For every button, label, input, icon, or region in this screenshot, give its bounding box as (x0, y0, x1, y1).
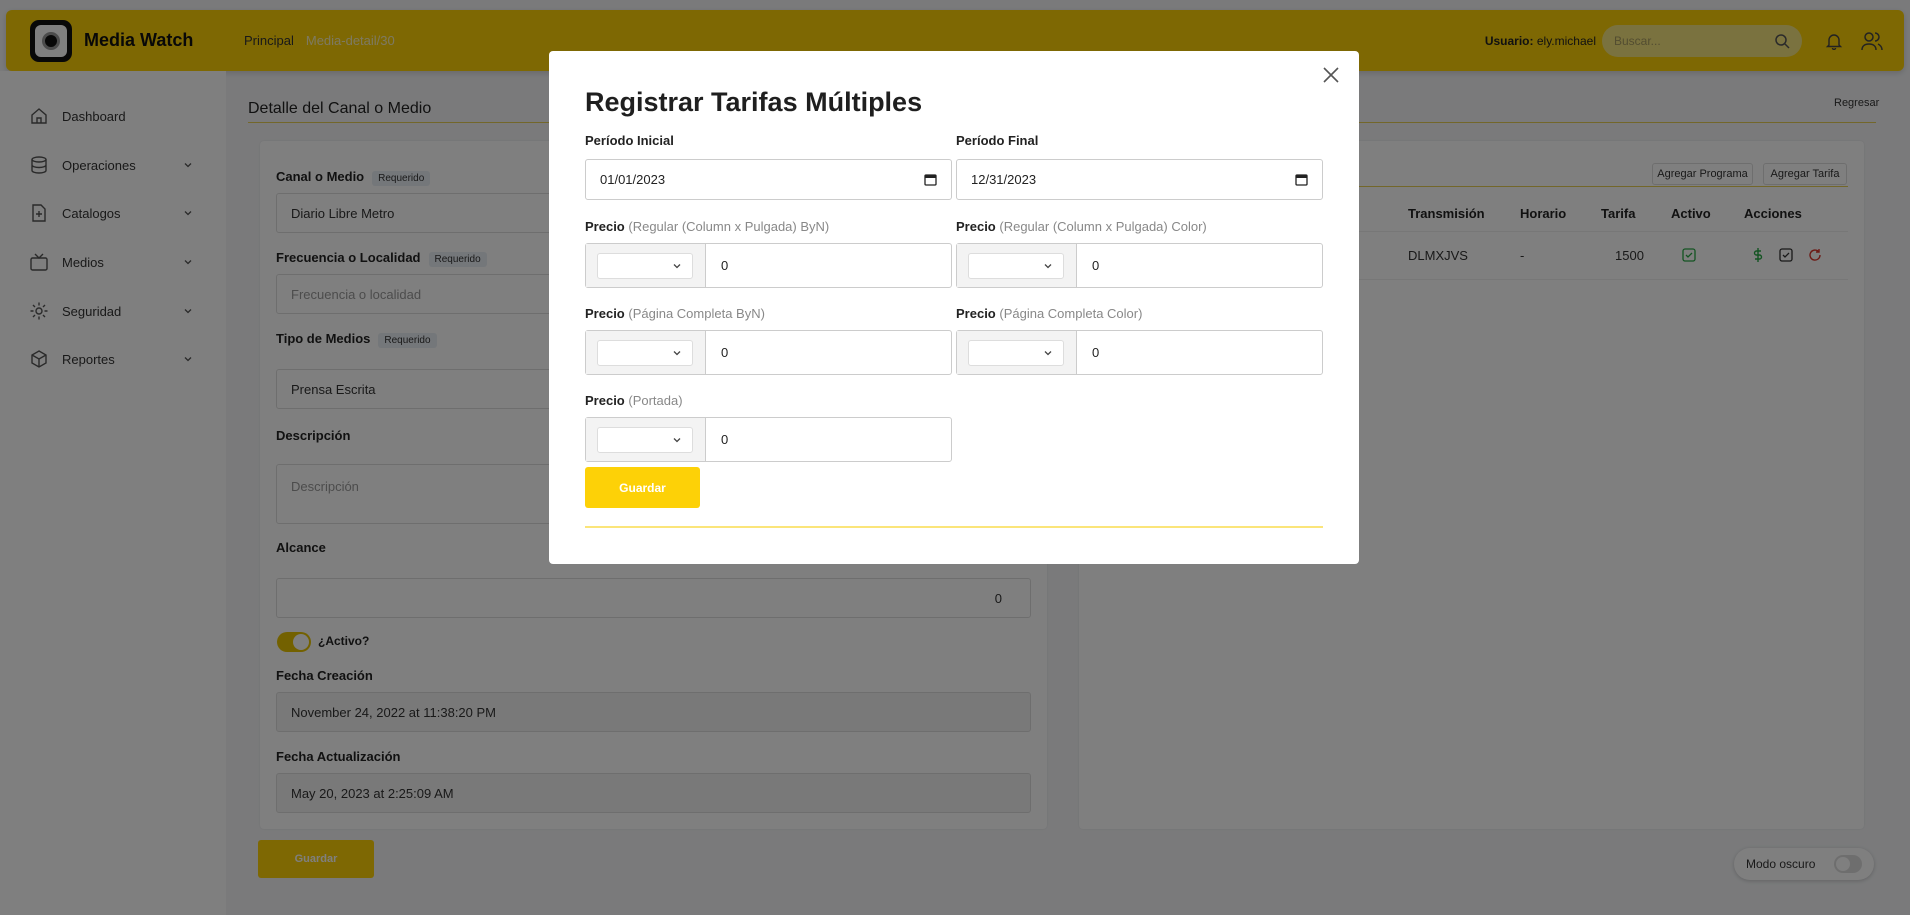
precio-sub: (Portada) (628, 393, 683, 408)
chevron-down-icon (673, 263, 681, 268)
precio-completa-color-label: Precio (Página Completa Color) (956, 306, 1142, 321)
precio-sub: (Regular (Column x Pulgada) ByN) (628, 219, 830, 234)
chevron-down-icon (673, 437, 681, 442)
precio-completa-byn-group: 0 (585, 330, 952, 375)
precio-input[interactable]: 0 (706, 244, 951, 287)
precio-word: Precio (585, 393, 625, 408)
close-icon (1323, 67, 1339, 83)
precio-word: Precio (585, 306, 625, 321)
chevron-down-icon (1044, 350, 1052, 355)
precio-portada-group: 0 (585, 417, 952, 462)
precio-input[interactable]: 0 (706, 418, 951, 461)
calendar-icon[interactable] (924, 173, 937, 186)
periodo-inicial-value: 01/01/2023 (600, 172, 666, 187)
modal-divider (585, 526, 1323, 528)
periodo-inicial-input[interactable]: 01/01/2023 (585, 159, 952, 200)
precio-completa-byn-label: Precio (Página Completa ByN) (585, 306, 765, 321)
precio-word: Precio (956, 219, 996, 234)
precio-regular-byn-group: 0 (585, 243, 952, 288)
precio-portada-label: Precio (Portada) (585, 393, 683, 408)
periodo-final-value: 12/31/2023 (971, 172, 1037, 187)
precio-sub: (Página Completa Color) (999, 306, 1143, 321)
modal-title: Registrar Tarifas Múltiples (585, 87, 923, 117)
precio-regular-color-label: Precio (Regular (Column x Pulgada) Color… (956, 219, 1207, 234)
precio-regular-byn-label: Precio (Regular (Column x Pulgada) ByN) (585, 219, 829, 234)
close-button[interactable] (1319, 63, 1343, 87)
precio-word: Precio (956, 306, 996, 321)
currency-select[interactable] (968, 339, 1064, 366)
currency-select[interactable] (597, 252, 693, 279)
precio-input[interactable]: 0 (1077, 331, 1322, 374)
register-rates-modal: Registrar Tarifas Múltiples Período Inic… (549, 51, 1359, 564)
currency-select[interactable] (597, 339, 693, 366)
periodo-final-input[interactable]: 12/31/2023 (956, 159, 1323, 200)
precio-regular-color-group: 0 (956, 243, 1323, 288)
precio-sub: (Página Completa ByN) (628, 306, 765, 321)
periodo-inicial-label: Período Inicial (585, 133, 674, 148)
currency-select[interactable] (968, 252, 1064, 279)
calendar-icon[interactable] (1295, 173, 1308, 186)
precio-input[interactable]: 0 (706, 331, 951, 374)
precio-word: Precio (585, 219, 625, 234)
chevron-down-icon (1044, 263, 1052, 268)
precio-sub: (Regular (Column x Pulgada) Color) (999, 219, 1207, 234)
modal-save-button[interactable]: Guardar (585, 467, 700, 508)
precio-completa-color-group: 0 (956, 330, 1323, 375)
chevron-down-icon (673, 350, 681, 355)
currency-select[interactable] (597, 426, 693, 453)
precio-input[interactable]: 0 (1077, 244, 1322, 287)
periodo-final-label: Período Final (956, 133, 1039, 148)
